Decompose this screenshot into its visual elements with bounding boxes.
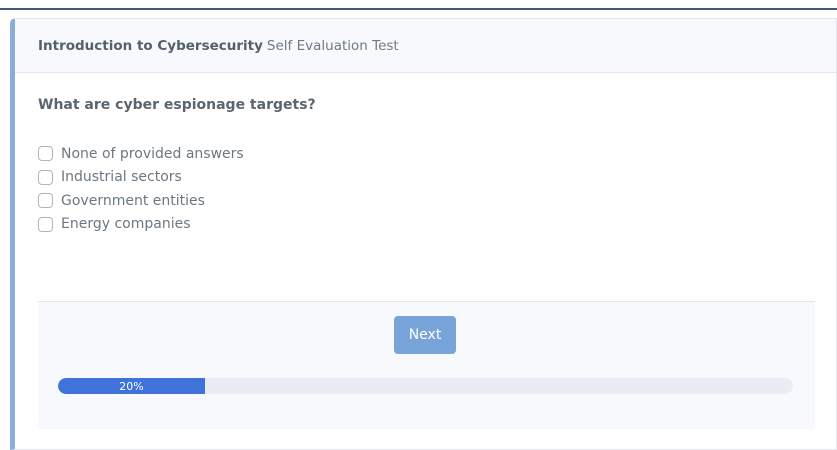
course-title: Introduction to Cybersecurity [38, 37, 263, 54]
option-label: Government entities [61, 192, 205, 209]
checkbox[interactable] [38, 216, 53, 232]
progress-fill: 20% [58, 378, 205, 394]
option-label: Energy companies [61, 216, 191, 233]
checkbox[interactable] [38, 193, 53, 209]
option-industrial-sectors[interactable]: Industrial sectors [38, 166, 244, 190]
option-none-of-provided-answers[interactable]: None of provided answers [38, 142, 244, 166]
card-header: Introduction to Cybersecurity Self Evalu… [15, 19, 836, 73]
option-energy-companies[interactable]: Energy companies [38, 213, 244, 237]
checkbox[interactable] [38, 146, 53, 162]
option-label: None of provided answers [61, 145, 244, 162]
next-button[interactable]: Next [394, 316, 456, 354]
question-text: What are cyber espionage targets? [38, 97, 316, 113]
test-subtitle: Self Evaluation Test [266, 37, 399, 54]
option-label: Industrial sectors [61, 169, 182, 186]
checkbox[interactable] [38, 169, 53, 185]
top-border [0, 8, 837, 10]
option-government-entities[interactable]: Government entities [38, 189, 244, 213]
answer-options: None of provided answers Industrial sect… [38, 142, 244, 236]
page: Introduction to Cybersecurity Self Evalu… [0, 0, 837, 450]
quiz-footer: Next 20% [38, 301, 815, 429]
quiz-card: Introduction to Cybersecurity Self Evalu… [10, 18, 837, 450]
progress-bar: 20% [58, 378, 793, 394]
